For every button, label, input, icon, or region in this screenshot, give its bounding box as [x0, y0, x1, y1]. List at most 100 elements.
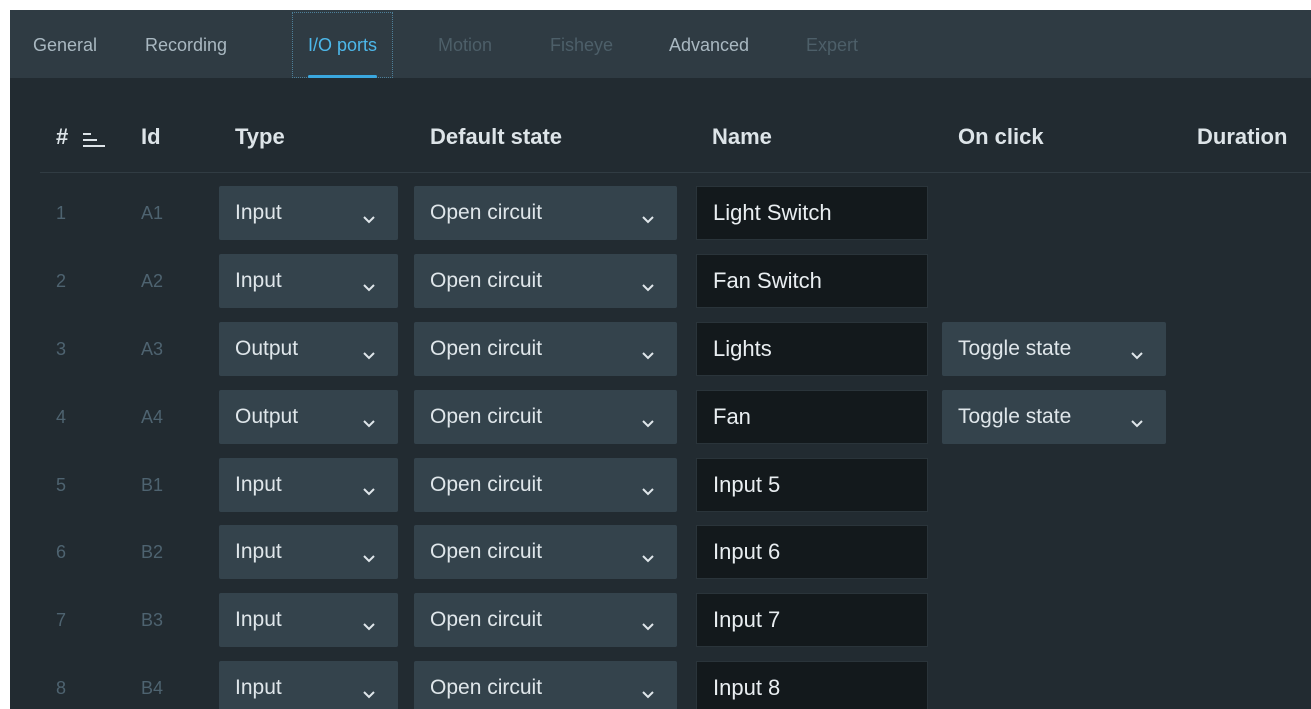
chevron-down-icon — [362, 411, 376, 428]
on-click-dropdown-value: Toggle state — [958, 337, 1072, 360]
type-dropdown-value: Input — [235, 608, 282, 631]
on-click-dropdown[interactable]: Toggle state — [942, 390, 1166, 444]
chevron-down-icon — [641, 479, 655, 496]
port-id: A3 — [141, 339, 164, 359]
port-name-input[interactable]: Lights — [696, 322, 928, 376]
default-state-dropdown[interactable]: Open circuit — [414, 322, 677, 376]
port-name-input[interactable]: Input 7 — [696, 593, 928, 647]
row-number: 3 — [56, 339, 67, 359]
chevron-down-icon — [1130, 411, 1144, 428]
default-state-dropdown[interactable]: Open circuit — [414, 458, 677, 512]
tab-expert: Expert — [806, 35, 859, 55]
default-state-dropdown[interactable]: Open circuit — [414, 390, 677, 444]
header-divider — [40, 172, 1311, 173]
type-dropdown-value: Input — [235, 201, 282, 224]
port-id: B1 — [141, 475, 164, 495]
row-number: 2 — [56, 271, 67, 291]
row-number: 6 — [56, 542, 67, 562]
default-state-dropdown-value: Open circuit — [430, 337, 543, 360]
column-header-id[interactable]: Id — [141, 124, 161, 150]
table-row: 4 A4 Output Open circuit Fan Toggle state — [10, 390, 1311, 448]
chevron-down-icon — [641, 411, 655, 428]
default-state-dropdown[interactable]: Open circuit — [414, 661, 677, 709]
row-number: 5 — [56, 475, 67, 495]
table-row: 2 A2 Input Open circuit Fan Switch — [10, 254, 1311, 312]
port-name-input[interactable]: Input 6 — [696, 525, 928, 579]
type-dropdown[interactable]: Input — [219, 254, 398, 308]
table-row: 5 B1 Input Open circuit Input 5 — [10, 458, 1311, 516]
port-name-input[interactable]: Fan Switch — [696, 254, 928, 308]
tab-recording[interactable]: Recording — [145, 10, 227, 78]
row-number: 4 — [56, 407, 67, 427]
default-state-dropdown-value: Open circuit — [430, 608, 543, 631]
port-name-input[interactable]: Fan — [696, 390, 928, 444]
focus-ring — [292, 12, 394, 78]
tab-general[interactable]: General — [33, 10, 97, 78]
default-state-dropdown[interactable]: Open circuit — [414, 254, 677, 308]
type-dropdown[interactable]: Output — [219, 390, 398, 444]
port-id: B2 — [141, 542, 164, 562]
type-dropdown[interactable]: Input — [219, 525, 398, 579]
port-id: A2 — [141, 271, 164, 291]
row-number: 8 — [56, 678, 67, 698]
default-state-dropdown[interactable]: Open circuit — [414, 593, 677, 647]
type-dropdown[interactable]: Input — [219, 593, 398, 647]
active-tab-underline — [308, 75, 378, 78]
table-row: 1 A1 Input Open circuit Light Switch — [10, 186, 1311, 244]
column-header-on-click[interactable]: On click — [958, 124, 1044, 150]
chevron-down-icon — [362, 479, 376, 496]
chevron-down-icon — [641, 682, 655, 699]
sort-ascending-icon[interactable] — [83, 133, 105, 149]
chevron-down-icon — [641, 207, 655, 224]
column-header-type[interactable]: Type — [235, 124, 285, 150]
table-row: 3 A3 Output Open circuit Lights Toggle st… — [10, 322, 1311, 380]
io-ports-settings-panel: General Recording I/O ports Motion Fishe… — [10, 10, 1311, 709]
table-row: 7 B3 Input Open circuit Input 7 — [10, 593, 1311, 651]
on-click-dropdown[interactable]: Toggle state — [942, 322, 1166, 376]
port-name-input[interactable]: Input 8 — [696, 661, 928, 709]
column-header-name[interactable]: Name — [712, 124, 772, 150]
chevron-down-icon — [362, 275, 376, 292]
default-state-dropdown-value: Open circuit — [430, 269, 543, 292]
default-state-dropdown-value: Open circuit — [430, 540, 543, 563]
row-number: 1 — [56, 203, 67, 223]
default-state-dropdown-value: Open circuit — [430, 405, 543, 428]
chevron-down-icon — [641, 546, 655, 563]
table-row: 6 B2 Input Open circuit Input 6 — [10, 525, 1311, 583]
chevron-down-icon — [362, 207, 376, 224]
on-click-dropdown-value: Toggle state — [958, 405, 1072, 428]
chevron-down-icon — [362, 682, 376, 699]
type-dropdown-value: Output — [235, 337, 299, 360]
default-state-dropdown-value: Open circuit — [430, 676, 543, 699]
chevron-down-icon — [641, 614, 655, 631]
default-state-dropdown[interactable]: Open circuit — [414, 525, 677, 579]
column-header-default-state[interactable]: Default state — [430, 124, 562, 150]
port-id: B4 — [141, 678, 164, 698]
chevron-down-icon — [1130, 343, 1144, 360]
type-dropdown[interactable]: Input — [219, 458, 398, 512]
tab-motion: Motion — [438, 35, 493, 55]
chevron-down-icon — [641, 275, 655, 292]
default-state-dropdown-value: Open circuit — [430, 201, 543, 224]
column-header-duration[interactable]: Duration — [1197, 124, 1287, 150]
chevron-down-icon — [362, 546, 376, 563]
port-id: A4 — [141, 407, 164, 427]
port-id: A1 — [141, 203, 164, 223]
column-header-number[interactable]: # — [56, 124, 68, 150]
chevron-down-icon — [641, 343, 655, 360]
type-dropdown[interactable]: Input — [219, 661, 398, 709]
type-dropdown-value: Output — [235, 405, 299, 428]
port-name-input[interactable]: Light Switch — [696, 186, 928, 240]
tab-io-ports[interactable]: I/O ports — [292, 10, 394, 78]
port-id: B3 — [141, 610, 164, 630]
type-dropdown[interactable]: Input — [219, 186, 398, 240]
tab-fisheye: Fisheye — [550, 35, 614, 55]
port-name-input[interactable]: Input 5 — [696, 458, 928, 512]
type-dropdown[interactable]: Output — [219, 322, 398, 376]
table-row: 8 B4 Input Open circuit Input 8 — [10, 661, 1311, 709]
chevron-down-icon — [362, 614, 376, 631]
type-dropdown-value: Input — [235, 269, 282, 292]
row-number: 7 — [56, 610, 67, 630]
tab-advanced[interactable]: Advanced — [669, 10, 749, 78]
default-state-dropdown[interactable]: Open circuit — [414, 186, 677, 240]
